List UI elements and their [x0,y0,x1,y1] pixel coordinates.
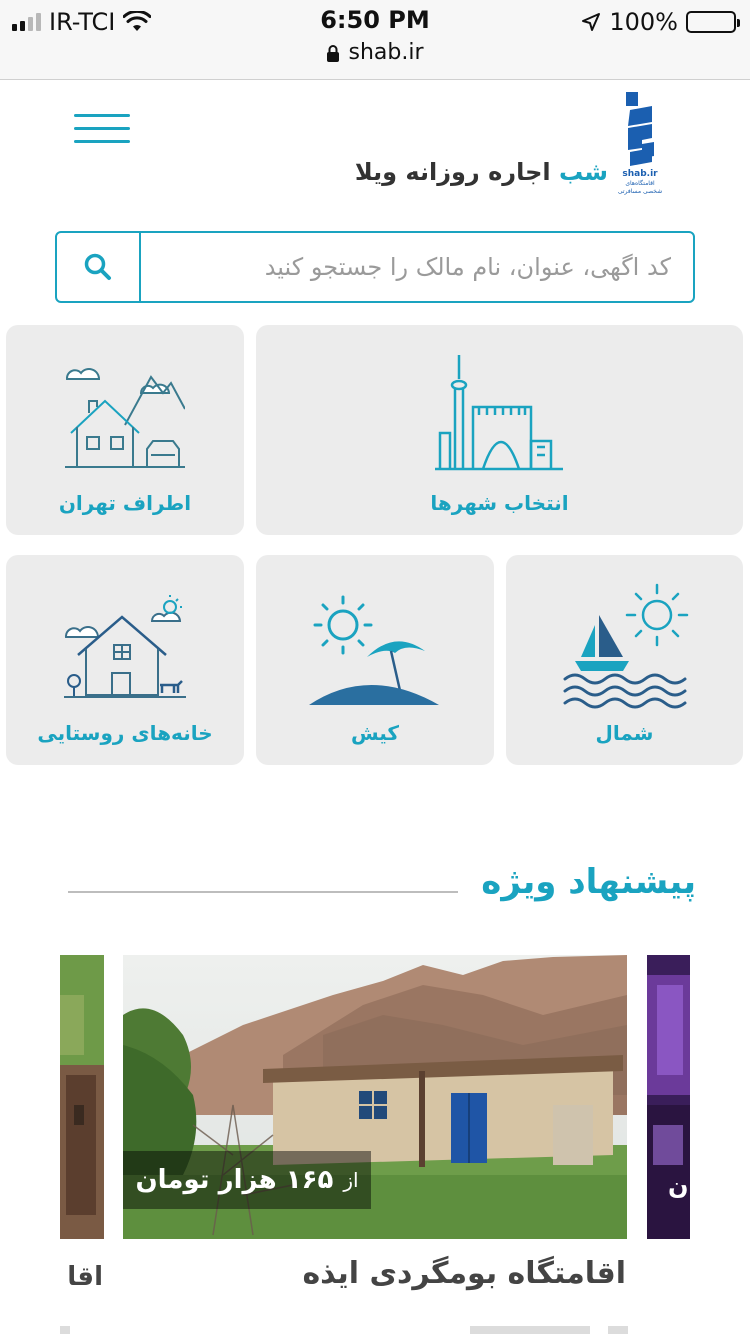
tile-label: شمال [595,721,654,745]
tile-kish[interactable]: کیش [256,555,494,765]
brand-tagline: شب اجاره روزانه ویلا [355,158,608,186]
card-subtitle-fragment [470,1326,590,1334]
location-arrow-icon [582,13,601,31]
next-card-price-fragment: ن [668,1172,689,1200]
tile-rural-houses[interactable]: خانه‌های روستایی [6,555,244,765]
price-amount: ۱۶۵ هزار تومان [135,1165,334,1195]
featured-card[interactable]: از ۱۶۵ هزار تومان [123,955,627,1239]
brand-text: اجاره روزانه ویلا [354,158,551,186]
logo-caption-2: شخصی مسافرتی [618,188,662,195]
rural-house-icon [64,595,186,698]
shab-logo[interactable]: shab.ir اقامتگاه‌های شخصی مسافرتی [612,92,668,196]
battery-percent: 100% [609,8,678,36]
price-badge: از ۱۶۵ هزار تومان [123,1151,371,1209]
address-bar[interactable]: shab.ir [0,40,750,65]
brand-accent: شب [558,158,608,186]
tile-around-tehran[interactable]: اطراف تهران [6,325,244,535]
status-right: 100% [581,8,740,36]
house-mountains-icon [65,368,185,468]
status-bar: IR-TCI 6:50 PM 100% shab.ir [0,0,750,80]
logo-caption-1: اقامتگاه‌های [625,179,655,187]
section-divider [68,891,458,893]
sailboat-sun-icon [563,583,688,709]
section-title-featured: پیشنهاد ویژه [481,862,696,902]
logo-domain: shab.ir [622,169,658,179]
card-subtitle-fragment [608,1326,628,1334]
search-input[interactable] [141,233,693,301]
tile-label: انتخاب شهرها [430,491,569,515]
price-prefix: از [343,1168,359,1192]
card-title[interactable]: اقامتگاه بومگردی ایذه [302,1256,626,1291]
card-image [60,955,104,1239]
search-button[interactable] [57,233,141,301]
search-bar [55,231,695,303]
battery-icon [686,11,740,33]
island-umbrella-icon [309,595,439,705]
menu-icon[interactable] [74,114,130,144]
card-subtitle-fragment [60,1326,70,1334]
search-icon [84,253,111,280]
lock-icon [327,44,340,62]
city-icon [434,355,563,471]
prev-card-title-fragment[interactable]: اقا [60,1262,103,1292]
tile-label: خانه‌های روستایی [37,721,213,745]
tile-north[interactable]: شمال [506,555,743,765]
url-text[interactable]: shab.ir [348,40,423,65]
carousel-card-prev[interactable] [60,955,104,1239]
tile-city-selection[interactable]: انتخاب شهرها [256,325,743,535]
tile-label: کیش [350,721,400,745]
tile-label: اطراف تهران [58,491,192,515]
